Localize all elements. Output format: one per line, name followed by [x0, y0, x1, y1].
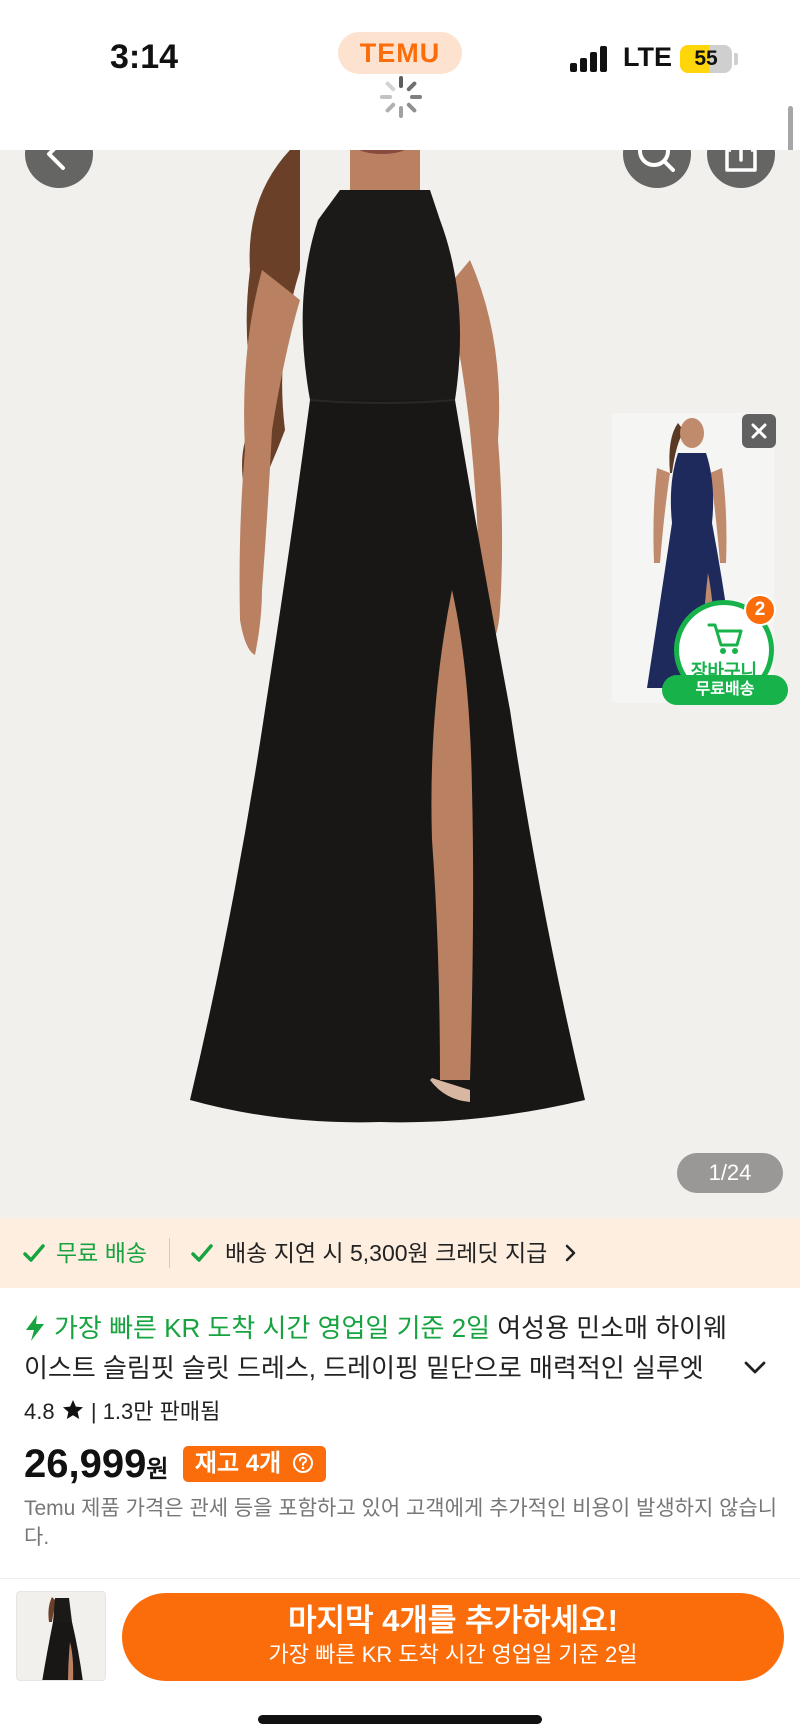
check-icon	[191, 1244, 213, 1262]
stock-label: 재고 4개	[194, 1450, 282, 1477]
search-button[interactable]	[623, 150, 691, 188]
free-shipping-badge: 무료배송	[662, 675, 788, 705]
delay-credit-label: 배송 지연 시 5,300원 크레딧 지급	[225, 1240, 548, 1266]
check-icon	[23, 1244, 45, 1262]
share-button[interactable]	[707, 150, 775, 188]
lightning-icon	[26, 1315, 44, 1341]
help-icon	[292, 1453, 313, 1473]
divider	[169, 1238, 170, 1268]
star-icon	[62, 1400, 83, 1419]
product-title: 가장 빠른 KR 도착 시간 영업일 기준 2일 여성용 민소매 하이웨	[24, 1308, 764, 1348]
price: 26,999	[24, 1442, 147, 1486]
network-type: LTE	[623, 42, 672, 72]
currency: 원	[146, 1456, 169, 1483]
fast-arrival-label: 가장 빠른 KR 도착 시간 영업일 기준 2일	[54, 1313, 491, 1343]
shipping-info-strip[interactable]: 무료 배송 배송 지연 시 5,300원 크레딧 지급	[0, 1218, 800, 1288]
cta-sub-label: 가장 빠른 KR 도착 시간 영업일 기준 2일	[268, 1642, 638, 1667]
add-to-cart-button[interactable]: 마지막 4개를 추가하세요! 가장 빠른 KR 도착 시간 영업일 기준 2일	[122, 1593, 784, 1681]
chevron-down-icon[interactable]	[740, 1352, 770, 1382]
chevron-left-icon	[47, 150, 65, 170]
price-row: 26,999원 재고 4개	[24, 1442, 326, 1492]
search-icon	[638, 150, 675, 172]
chevron-right-icon	[565, 1244, 576, 1262]
free-shipping-label: 무료 배송	[56, 1240, 148, 1266]
price-note: Temu 제품 가격은 관세 등을 포함하고 있어 고객에게 추가적인 비용이 …	[24, 1497, 778, 1549]
loading-spinner-icon	[380, 76, 422, 118]
rating-value: 4.8	[24, 1399, 55, 1424]
status-time: 3:14	[110, 38, 179, 76]
temu-logo: TEMU	[338, 32, 462, 74]
bottom-action-bar: 마지막 4개를 추가하세요! 가장 빠른 KR 도착 시간 영업일 기준 2일	[0, 1578, 800, 1735]
close-icon	[751, 423, 767, 439]
back-button[interactable]	[25, 150, 93, 188]
share-icon	[725, 150, 757, 172]
selected-variant-thumbnail[interactable]	[16, 1591, 106, 1681]
sold-count: 1.3만 판매됨	[102, 1399, 221, 1424]
close-thumbnail-button[interactable]	[742, 414, 776, 448]
product-title-part2: 이스트 슬림핏 슬릿 드레스, 드레이핑 밑단으로 매력적인 실루엣	[24, 1353, 704, 1383]
battery-level: 55	[694, 47, 718, 70]
rating-separator: |	[90, 1399, 97, 1424]
home-indicator[interactable]	[258, 1715, 542, 1724]
battery-icon: 55	[680, 45, 732, 73]
image-counter: 1/24	[677, 1153, 783, 1193]
rating-row[interactable]: 4.8 | 1.3만 판매됨	[24, 1396, 220, 1428]
cart-count-badge: 2	[744, 594, 776, 626]
variant-image	[17, 1592, 105, 1680]
product-title-part1: 여성용 민소매 하이웨	[497, 1313, 727, 1343]
signal-icon	[570, 46, 610, 72]
cta-main-label: 마지막 4개를 추가하세요!	[288, 1603, 618, 1638]
battery-cap	[734, 53, 738, 65]
stock-badge[interactable]: 재고 4개	[182, 1446, 326, 1482]
status-bar: 3:14 TEMU LTE 55	[0, 0, 800, 150]
